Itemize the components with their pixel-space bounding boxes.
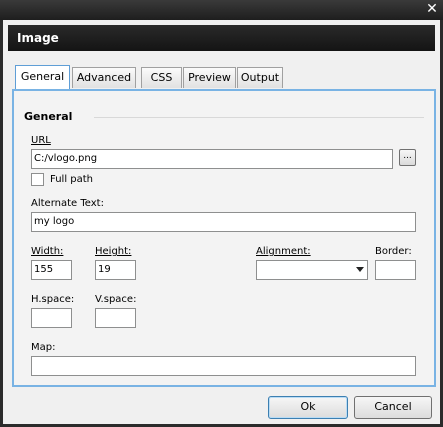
tab-css[interactable]: CSS (141, 67, 182, 88)
tab-general[interactable]: General (15, 65, 70, 89)
width-label: Width: (31, 246, 64, 257)
chevron-down-icon (356, 267, 364, 272)
dialog-title: Image (17, 31, 59, 45)
url-label: URL (31, 135, 51, 146)
dialog-header: Image (8, 25, 435, 51)
height-input[interactable]: 19 (95, 260, 136, 280)
tab-output[interactable]: Output (237, 67, 283, 88)
alt-text-label: Alternate Text: (31, 198, 104, 209)
map-input[interactable] (31, 356, 416, 376)
hspace-input[interactable] (31, 308, 72, 328)
border-label: Border: (375, 246, 412, 257)
width-input[interactable]: 155 (31, 260, 72, 280)
tab-advanced[interactable]: Advanced (72, 67, 136, 88)
full-path-checkbox[interactable] (31, 173, 44, 186)
vspace-input[interactable] (95, 308, 136, 328)
url-input[interactable]: C:/vlogo.png (31, 149, 393, 169)
section-divider (94, 117, 424, 118)
close-icon[interactable]: ✕ (424, 1, 440, 17)
alignment-select[interactable] (256, 260, 368, 280)
vspace-label: V.space: (95, 294, 137, 305)
map-label: Map: (31, 342, 56, 353)
cancel-button[interactable]: Cancel (354, 396, 432, 419)
tab-preview[interactable]: Preview (183, 67, 236, 88)
section-title: General (24, 110, 73, 123)
ok-button[interactable]: Ok (268, 396, 348, 419)
alignment-label: Alignment: (256, 246, 311, 257)
full-path-label: Full path (50, 174, 94, 185)
height-label: Height: (95, 246, 132, 257)
browse-button[interactable]: ... (399, 149, 416, 166)
alt-text-input[interactable]: my logo (31, 212, 416, 232)
hspace-label: H.space: (31, 294, 75, 305)
border-input[interactable] (375, 260, 416, 280)
window-titlebar: ✕ (0, 0, 443, 20)
general-panel: General URL C:/vlogo.png ... Full path A… (12, 89, 436, 387)
